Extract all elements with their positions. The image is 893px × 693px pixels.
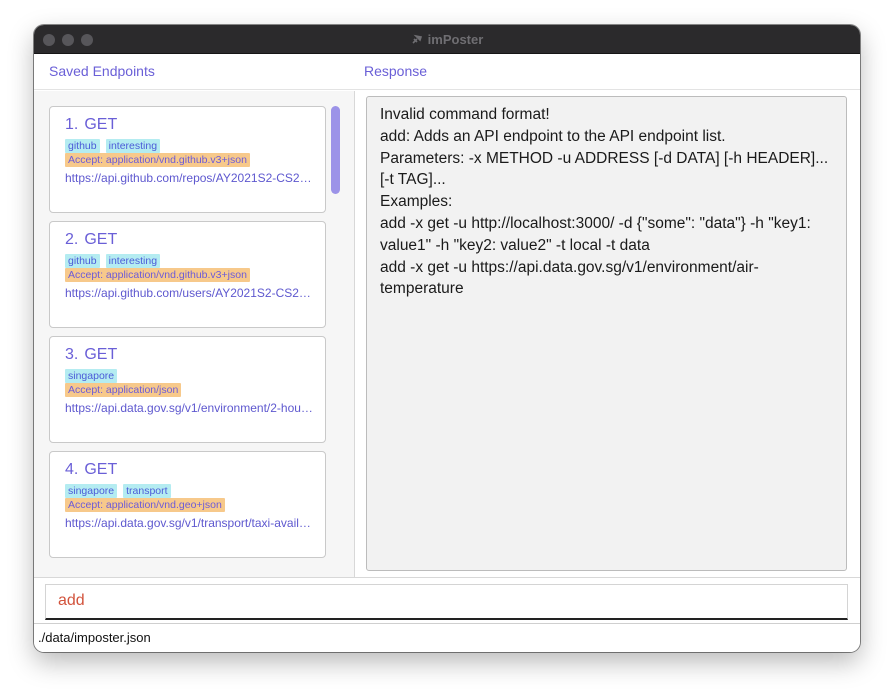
tag-badge: singapore	[65, 484, 118, 498]
endpoint-method: GET	[84, 231, 118, 248]
response-line: Examples:	[380, 193, 453, 211]
endpoint-url: https://api.data.gov.sg/v1/environment/2…	[65, 401, 315, 415]
endpoint-index: 4.	[65, 461, 79, 478]
title-bar[interactable]: imPoster	[34, 25, 860, 54]
response-line: Parameters: -x METHOD -u ADDRESS [-d DAT…	[380, 149, 833, 189]
endpoint-card[interactable]: 4. GET singapore transport Accept: applica…	[49, 451, 326, 558]
endpoint-url: https://api.data.gov.sg/v1/transport/tax…	[65, 516, 315, 530]
endpoint-index: 1.	[65, 116, 79, 133]
endpoint-title: 1. GET	[65, 116, 117, 134]
command-area: add	[34, 577, 860, 623]
response-line: add -x get -u https://api.data.gov.sg/v1…	[380, 258, 759, 298]
tag-badge: interesting	[105, 254, 161, 268]
endpoint-tags: github interesting	[65, 136, 166, 153]
endpoint-list[interactable]: 1. GET github interesting Accept: applicat…	[34, 91, 355, 577]
app-icon	[412, 34, 422, 44]
panel-headers: Saved Endpoints Response	[34, 54, 860, 90]
window-title-text: imPoster	[427, 32, 484, 47]
saved-endpoints-header: Saved Endpoints	[49, 63, 155, 79]
endpoint-list-scrollbar[interactable]	[331, 106, 340, 194]
tag-badge: github	[65, 139, 100, 153]
endpoint-method: GET	[84, 346, 118, 363]
response-display[interactable]: Invalid command format! add: Adds an API…	[366, 96, 847, 571]
tag-badge: transport	[123, 484, 171, 498]
header-badge: Accept: application/vnd.github.v3+json	[65, 268, 250, 282]
window-title: imPoster	[34, 32, 860, 47]
header-badge: Accept: application/vnd.geo+json	[65, 498, 225, 512]
endpoint-method: GET	[84, 461, 118, 478]
endpoint-method: GET	[84, 116, 118, 133]
endpoint-card[interactable]: 3. GET singapore Accept: application/json…	[49, 336, 326, 443]
tag-badge: interesting	[105, 139, 161, 153]
command-input[interactable]: add	[45, 584, 848, 620]
response-line: Invalid command format!	[380, 106, 550, 123]
endpoint-card[interactable]: 2. GET github interesting Accept: applicat…	[49, 221, 326, 328]
endpoint-index: 2.	[65, 231, 79, 248]
endpoint-title: 4. GET	[65, 461, 117, 479]
response-panel: Invalid command format! add: Adds an API…	[356, 91, 860, 577]
tag-badge: singapore	[65, 369, 118, 383]
endpoint-url: https://api.github.com/repos/AY2021S2-CS…	[65, 171, 315, 185]
response-header: Response	[364, 63, 428, 79]
endpoint-card[interactable]: 1. GET github interesting Accept: applicat…	[49, 106, 326, 213]
endpoint-tags: singapore	[65, 366, 123, 383]
endpoint-url: https://api.github.com/users/AY2021S2-CS…	[65, 286, 315, 300]
tag-badge: github	[65, 254, 100, 268]
endpoint-title: 2. GET	[65, 231, 117, 249]
header-badge: Accept: application/json	[65, 383, 182, 397]
response-line: add: Adds an API endpoint to the API end…	[380, 127, 726, 145]
header-badge: Accept: application/vnd.github.v3+json	[65, 153, 250, 167]
endpoint-tags: github interesting	[65, 251, 166, 268]
response-line: add -x get -u http://localhost:3000/ -d …	[380, 214, 816, 254]
status-bar: ./data/imposter.json	[34, 623, 860, 652]
app-window: imPoster Saved Endpoints Response 1. GET …	[34, 25, 860, 652]
endpoint-index: 3.	[65, 346, 79, 363]
endpoint-tags: singapore transport	[65, 481, 177, 498]
data-file-path: ./data/imposter.json	[38, 630, 151, 645]
endpoint-title: 3. GET	[65, 346, 117, 364]
